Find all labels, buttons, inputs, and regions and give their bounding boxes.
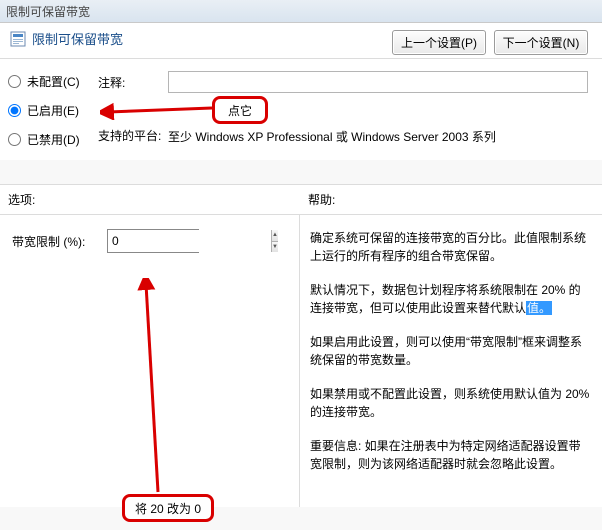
dialog-title: 限制可保留带宽 bbox=[32, 29, 123, 48]
prev-setting-button[interactable]: 上一个设置(P) bbox=[392, 30, 486, 55]
help-paragraph-4: 如果禁用或不配置此设置，则系统使用默认值为 20% 的连接带宽。 bbox=[310, 385, 592, 421]
policy-icon bbox=[10, 31, 26, 47]
window-title-text: 限制可保留带宽 bbox=[6, 3, 90, 20]
help-paragraph-1: 确定系统可保留的连接带宽的百分比。此值限制系统上运行的所有程序的组合带宽保留。 bbox=[310, 229, 592, 265]
radio-enabled-input[interactable] bbox=[8, 104, 21, 117]
highlighted-text: 值。 bbox=[526, 301, 552, 315]
help-paragraph-2: 默认情况下，数据包计划程序将系统限制在 20% 的连接带宽，但可以使用此设置来替… bbox=[310, 281, 592, 317]
options-section-label: 选项: bbox=[8, 193, 35, 207]
options-pane: 带宽限制 (%): ▲ ▼ bbox=[0, 215, 300, 507]
radio-disabled-input[interactable] bbox=[8, 133, 21, 146]
help-section-label: 帮助: bbox=[308, 193, 335, 207]
radio-enabled-label: 已启用(E) bbox=[27, 102, 79, 119]
radio-enabled[interactable]: 已启用(E) bbox=[8, 102, 98, 119]
next-setting-button[interactable]: 下一个设置(N) bbox=[494, 30, 588, 55]
dialog-header: 限制可保留带宽 上一个设置(P) 下一个设置(N) bbox=[0, 23, 602, 59]
comment-label: 注释: bbox=[98, 74, 168, 91]
spinner-down-button[interactable]: ▼ bbox=[272, 242, 278, 253]
bandwidth-limit-input[interactable] bbox=[108, 230, 271, 252]
radio-unconfigured-label: 未配置(C) bbox=[27, 73, 80, 90]
platform-value: 至少 Windows XP Professional 或 Windows Ser… bbox=[168, 126, 496, 145]
bandwidth-limit-label: 带宽限制 (%): bbox=[12, 233, 107, 250]
radio-disabled-label: 已禁用(D) bbox=[27, 131, 80, 148]
section-bar: 选项: 帮助: bbox=[0, 184, 602, 214]
help-paragraph-3: 如果启用此设置，则可以使用“带宽限制”框来调整系统保留的带宽数量。 bbox=[310, 333, 592, 369]
help-pane: 确定系统可保留的连接带宽的百分比。此值限制系统上运行的所有程序的组合带宽保留。 … bbox=[300, 215, 602, 507]
platform-label: 支持的平台: bbox=[98, 127, 168, 144]
window-titlebar: 限制可保留带宽 bbox=[0, 0, 602, 23]
help-paragraph-5: 重要信息: 如果在注册表中为特定网络适配器设置带宽限制，则为该网络适配器时就会忽… bbox=[310, 437, 592, 473]
radio-disabled[interactable]: 已禁用(D) bbox=[8, 131, 98, 148]
radio-unconfigured[interactable]: 未配置(C) bbox=[8, 73, 98, 90]
spinner-up-button[interactable]: ▲ bbox=[272, 230, 278, 242]
radio-unconfigured-input[interactable] bbox=[8, 75, 21, 88]
comment-input[interactable] bbox=[168, 71, 588, 93]
bandwidth-limit-spinner[interactable]: ▲ ▼ bbox=[107, 229, 199, 253]
